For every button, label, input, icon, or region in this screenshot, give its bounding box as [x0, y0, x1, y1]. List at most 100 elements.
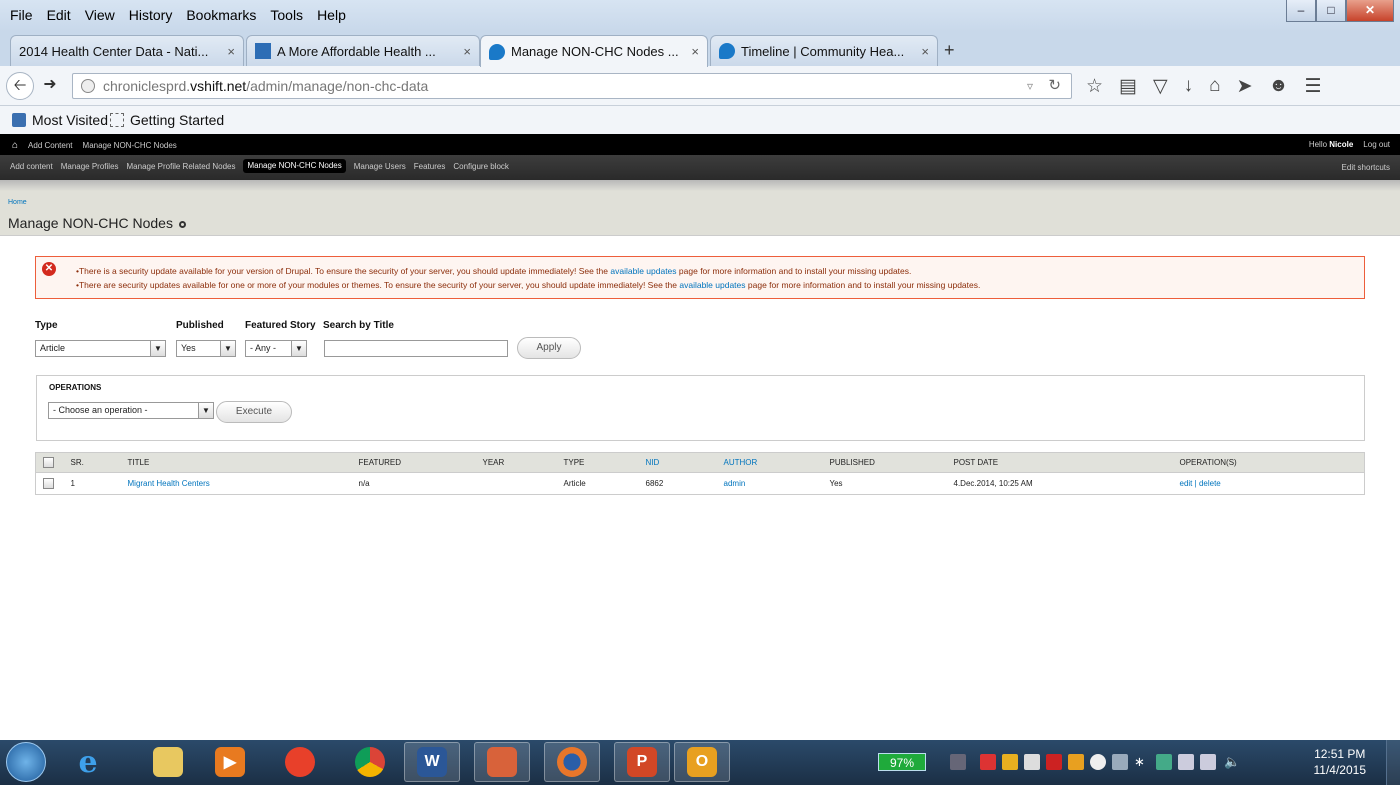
edit-shortcuts-link[interactable]: Edit shortcuts [1342, 163, 1390, 172]
star-bookmark-icon[interactable]: ☆ [1086, 75, 1103, 98]
page-header: Home Manage NON-CHC Nodes [0, 180, 1400, 236]
taskbar-chrome[interactable] [342, 742, 398, 782]
search-title-input[interactable] [324, 340, 508, 357]
system-clock[interactable]: 12:51 PM 11/4/2015 [1314, 746, 1367, 778]
menu-manage-profile-related-nodes[interactable]: Manage Profile Related Nodes [127, 162, 236, 173]
cell-title-link[interactable]: Migrant Health Centers [127, 472, 359, 495]
menu-features[interactable]: Features [414, 162, 446, 173]
shortcut-manage-non-chc[interactable]: Manage NON-CHC Nodes [83, 141, 177, 150]
taskbar-firefox[interactable] [544, 742, 600, 782]
new-tab-button[interactable]: + [944, 40, 955, 61]
menu-manage-non-chc-nodes[interactable]: Manage NON-CHC Nodes [243, 159, 346, 173]
menu-bookmarks[interactable]: Bookmarks [186, 7, 256, 23]
back-arrow-icon[interactable]: 🡠 [6, 72, 34, 100]
bluetooth-icon[interactable]: ∗ [1134, 754, 1150, 770]
home-icon[interactable]: ⌂ [1209, 75, 1220, 98]
menu-tools[interactable]: Tools [270, 7, 303, 23]
available-updates-link[interactable]: available updates [679, 280, 745, 290]
url-bar[interactable]: chroniclesprd.vshift.net/admin/manage/no… [72, 73, 1072, 99]
tab-manage-non-chc[interactable]: Manage NON-CHC Nodes ... × [480, 35, 708, 67]
tab-affordable-health[interactable]: A More Affordable Health ... × [246, 35, 480, 66]
forward-arrow-icon[interactable]: ➜ [36, 72, 64, 100]
menu-add-content[interactable]: Add content [10, 162, 53, 173]
taskbar-outlook[interactable]: O [674, 742, 730, 782]
menu-manage-profiles[interactable]: Manage Profiles [61, 162, 119, 173]
logout-link[interactable]: Log out [1363, 140, 1390, 149]
row-checkbox[interactable] [43, 478, 54, 489]
menu-view[interactable]: View [85, 7, 115, 23]
menu-history[interactable]: History [129, 7, 173, 23]
tab-close-icon[interactable]: × [463, 44, 471, 59]
bookmark-getting-started[interactable]: Getting Started [110, 112, 224, 128]
search-title-label: Search by Title [323, 320, 394, 331]
tab-close-icon[interactable]: × [691, 44, 699, 59]
start-button-icon[interactable] [6, 742, 46, 782]
available-updates-link[interactable]: available updates [610, 266, 676, 276]
volume-icon[interactable]: 🔈 [1224, 754, 1240, 770]
taskbar-powerpoint[interactable]: P [614, 742, 670, 782]
tab-close-icon[interactable]: × [921, 44, 929, 59]
menu-edit[interactable]: Edit [47, 7, 71, 23]
tray-icon[interactable] [1002, 754, 1018, 770]
type-select[interactable]: Article ▼ [35, 340, 166, 357]
hamburger-menu-icon[interactable]: ☰ [1305, 75, 1322, 98]
home-icon[interactable]: ⌂ [12, 140, 18, 151]
maximize-icon[interactable]: □ [1316, 0, 1346, 22]
shortcut-add-content[interactable]: Add Content [28, 141, 72, 150]
cell-post-date: 4.Dec.2014, 10:25 AM [953, 472, 1180, 495]
taskbar-media-player[interactable]: ▶ [202, 742, 258, 782]
pocket-icon[interactable]: ▽ [1153, 75, 1168, 98]
header-nid-sort[interactable]: NID [645, 452, 724, 473]
mail-icon[interactable] [1024, 754, 1040, 770]
reload-icon[interactable]: ↻ [1048, 74, 1061, 98]
header-author-sort[interactable]: AUTHOR [723, 452, 830, 473]
network-icon[interactable] [1178, 754, 1194, 770]
menu-file[interactable]: File [10, 7, 33, 23]
edit-link[interactable]: edit [1180, 479, 1193, 488]
taskbar-app[interactable] [474, 742, 530, 782]
menu-configure-block[interactable]: Configure block [453, 162, 509, 173]
bookmark-most-visited[interactable]: Most Visited [12, 112, 108, 128]
menu-help[interactable]: Help [317, 7, 346, 23]
tab-timeline[interactable]: Timeline | Community Hea... × [710, 35, 938, 66]
username-link[interactable]: Nicole [1329, 140, 1353, 149]
tab-label: A More Affordable Health ... [277, 43, 436, 59]
minimize-icon[interactable]: – [1286, 0, 1316, 22]
taskbar-word[interactable]: W [404, 742, 460, 782]
show-desktop-button[interactable] [1386, 740, 1400, 785]
flag-icon[interactable] [1200, 754, 1216, 770]
dropdown-triangle-icon[interactable]: ▿ [1027, 74, 1033, 98]
breadcrumb-home[interactable]: Home [8, 199, 27, 206]
tab-label: 2014 Health Center Data - Nati... [19, 43, 209, 59]
featured-select[interactable]: - Any - ▼ [245, 340, 307, 357]
reading-list-icon[interactable]: ▤ [1119, 75, 1137, 98]
tray-icon[interactable] [1112, 754, 1128, 770]
delete-link[interactable]: delete [1199, 479, 1221, 488]
apply-button[interactable]: Apply [517, 337, 581, 359]
taskbar-file-explorer[interactable] [140, 742, 196, 782]
tray-icon[interactable] [1156, 754, 1172, 770]
tray-icon[interactable] [980, 754, 996, 770]
taskbar-internet-explorer[interactable]: e [60, 742, 116, 782]
chat-icon[interactable]: ☻ [1269, 75, 1289, 98]
taskbar-store[interactable] [272, 742, 328, 782]
tab-health-center-data[interactable]: 2014 Health Center Data - Nati... × [10, 35, 244, 66]
menu-manage-users[interactable]: Manage Users [354, 162, 406, 173]
shortcut-toggle-icon[interactable] [178, 221, 186, 228]
system-tray: 97% ∗ 🔈 12:51 PM 11/4/2015 [870, 740, 1400, 785]
select-all-checkbox[interactable] [43, 457, 54, 468]
share-icon[interactable]: ➤ [1237, 75, 1253, 98]
cell-author-link[interactable]: admin [723, 472, 830, 495]
tab-close-icon[interactable]: × [227, 44, 235, 59]
published-select[interactable]: Yes ▼ [176, 340, 236, 357]
operation-select[interactable]: - Choose an operation - ▼ [48, 402, 214, 419]
execute-button[interactable]: Execute [216, 401, 292, 423]
pdf-icon[interactable] [1046, 754, 1062, 770]
type-select-value: Article [40, 343, 66, 353]
tray-icon[interactable] [1090, 754, 1106, 770]
battery-indicator[interactable]: 97% [878, 753, 926, 771]
close-window-icon[interactable]: ✕ [1346, 0, 1394, 22]
tray-icon[interactable] [950, 754, 966, 770]
outlook-tray-icon[interactable] [1068, 754, 1084, 770]
download-icon[interactable]: ↓ [1184, 75, 1194, 98]
